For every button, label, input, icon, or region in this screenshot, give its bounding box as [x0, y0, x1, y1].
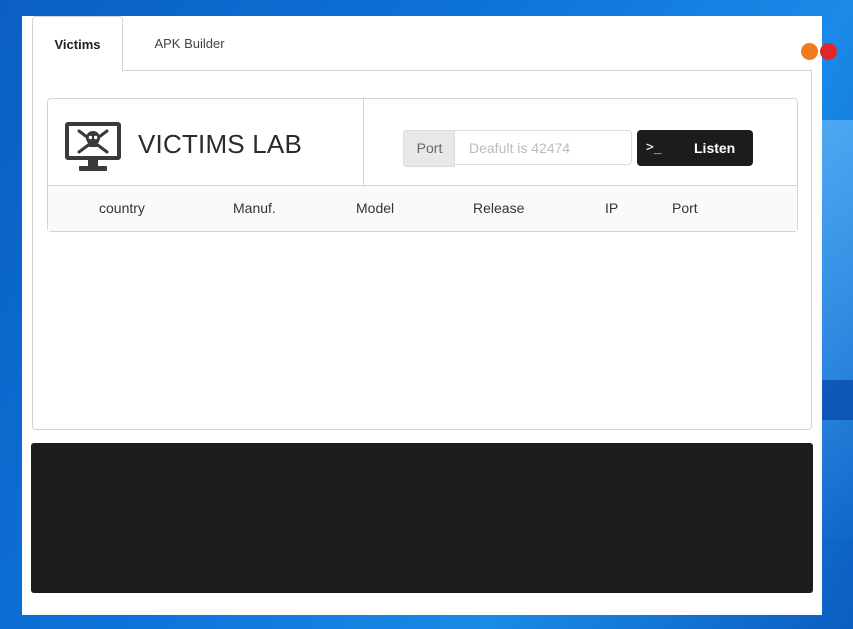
column-header-release[interactable]: Release: [473, 186, 524, 231]
table-header-row: country Manuf. Model Release IP Port: [48, 185, 797, 231]
page-title: VICTIMS LAB: [138, 129, 303, 159]
close-button[interactable]: [820, 43, 837, 60]
tab-apk-builder[interactable]: APK Builder: [132, 16, 247, 70]
table-header-brand: VICTIMS LAB: [48, 99, 364, 185]
column-header-port[interactable]: Port: [672, 186, 698, 231]
listen-button[interactable]: >_ Listen: [637, 130, 753, 166]
monitor-skull-icon: [65, 122, 121, 171]
column-header-manufacturer[interactable]: Manuf.: [233, 186, 276, 231]
port-input[interactable]: [454, 130, 632, 165]
victims-table: VICTIMS LAB Port >_ Listen country Manuf…: [47, 98, 798, 232]
tab-bar: Victims APK Builder: [32, 16, 812, 72]
column-header-model[interactable]: Model: [356, 186, 394, 231]
column-header-country[interactable]: country: [99, 186, 145, 231]
column-header-ip[interactable]: IP: [605, 186, 618, 231]
port-label: Port: [403, 130, 455, 167]
listen-button-label: Listen: [694, 140, 736, 156]
log-console[interactable]: [31, 443, 813, 593]
terminal-icon: >_: [646, 140, 662, 155]
tab-victims[interactable]: Victims: [32, 16, 123, 72]
app-window: Victims APK Builder VICTIMS LAB Port Dea…: [22, 16, 837, 615]
